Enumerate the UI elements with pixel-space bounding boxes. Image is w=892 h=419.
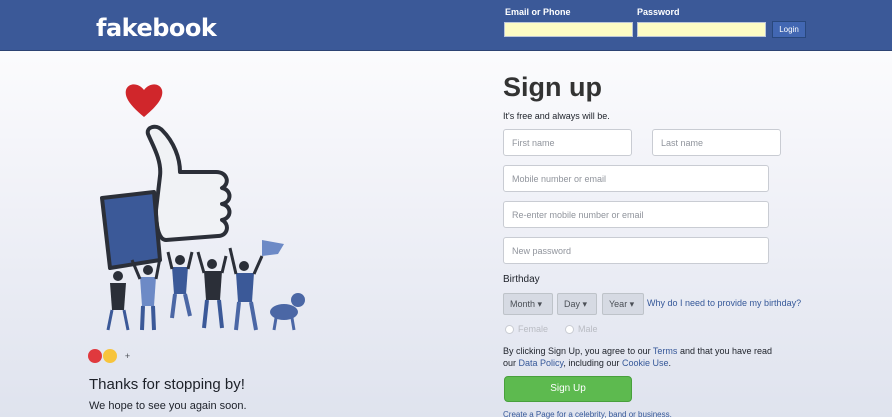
heart-icon — [125, 84, 163, 117]
birthday-month-select[interactable]: Month ▾ — [503, 293, 553, 315]
love-reaction-icon — [88, 348, 102, 363]
thumbs-up-illustration — [100, 84, 305, 331]
gender-female-option[interactable]: Female — [505, 324, 549, 335]
terms-text: By clicking Sign Up, you agree to our Te… — [503, 345, 773, 369]
password-label: Password — [637, 7, 680, 17]
top-navigation-bar: fakebook Email or Phone Password Login — [0, 0, 892, 51]
thanks-heading: Thanks for stopping by! — [89, 376, 245, 393]
email-label: Email or Phone — [505, 7, 571, 17]
male-label: Male — [578, 324, 598, 334]
birthday-year-select[interactable]: Year ▾ — [602, 293, 644, 315]
mobile-email-input[interactable] — [503, 165, 769, 192]
create-page-link[interactable]: Create a Page for a celebrity, band or b… — [503, 410, 672, 419]
gender-male-option[interactable]: Male — [565, 324, 598, 335]
signup-title: Sign up — [503, 72, 602, 102]
why-birthday-link[interactable]: Why do I need to provide my birthday? — [647, 298, 801, 308]
hope-text: We hope to see you again soon. — [89, 400, 247, 412]
female-label: Female — [518, 324, 549, 334]
plus-icon: + — [124, 350, 131, 361]
cookie-use-link[interactable]: Cookie Use — [622, 358, 669, 368]
fakebook-logo[interactable]: fakebook — [96, 14, 217, 42]
login-password-input[interactable] — [637, 22, 766, 37]
male-radio[interactable] — [565, 325, 574, 335]
birthday-day-select[interactable]: Day ▾ — [557, 293, 597, 315]
female-radio[interactable] — [505, 325, 514, 335]
new-password-input[interactable] — [503, 237, 769, 264]
data-policy-link[interactable]: Data Policy — [519, 358, 564, 368]
reaction-icons: + — [88, 347, 130, 363]
terms-link[interactable]: Terms — [653, 346, 678, 356]
terms-end: . — [668, 358, 671, 368]
signup-subtitle: It's free and always will be. — [503, 111, 610, 121]
thumb-cuff — [100, 190, 162, 270]
signup-button[interactable]: Sign Up — [504, 376, 632, 402]
login-button[interactable]: Login — [772, 21, 806, 38]
last-name-input[interactable] — [652, 129, 781, 156]
haha-reaction-icon — [103, 348, 118, 363]
reenter-mobile-email-input[interactable] — [503, 201, 769, 228]
thumb-hand — [145, 124, 232, 242]
first-name-input[interactable] — [503, 129, 632, 156]
terms-prefix: By clicking Sign Up, you agree to our — [503, 346, 651, 356]
login-email-input[interactable] — [504, 22, 633, 37]
birthday-label: Birthday — [503, 274, 540, 285]
terms-mid2: , including our — [563, 358, 620, 368]
